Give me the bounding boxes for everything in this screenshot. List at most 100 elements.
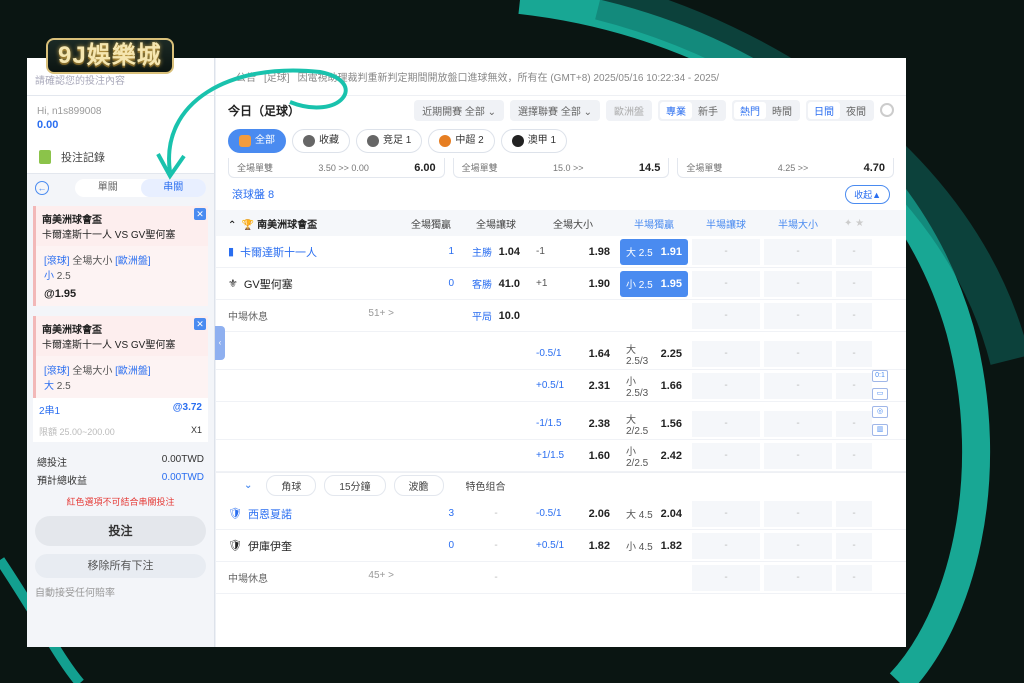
league-filter[interactable]: 選擇聯賽 全部 ⌄ bbox=[510, 99, 600, 121]
prev-card[interactable]: 全場單雙 15.0 >> 14.5 bbox=[452, 158, 670, 178]
team-away[interactable]: ⚜ GV聖何塞 bbox=[228, 276, 398, 292]
odds-empty: - bbox=[692, 238, 760, 265]
pin-star-icon[interactable]: ✦ ★ bbox=[834, 218, 874, 229]
odds-empty: - bbox=[764, 532, 832, 559]
team-home[interactable]: ▮ 卡爾達斯十一人 bbox=[228, 244, 398, 260]
col-half-1x2: 半場獨贏 bbox=[634, 219, 674, 231]
odds-cell[interactable]: -0.5/1 1.64 bbox=[530, 341, 616, 367]
odds-cell[interactable]: -1 1.98 bbox=[530, 239, 616, 265]
live-section-header: 滾球盤 8 收起▲ bbox=[216, 178, 906, 210]
home-score: 1 bbox=[448, 246, 454, 257]
odds-cell-selected[interactable]: 小 2.5 1.95 bbox=[620, 270, 688, 297]
col-handicap: 全場讓球 bbox=[476, 219, 516, 231]
slip-match: 卡爾達斯十一人 VS GV聖何塞 bbox=[42, 340, 176, 351]
alt-line-row: -0.5/1 1.64 大 2.5/3 2.25 - - - bbox=[216, 338, 906, 370]
live-tv-icon[interactable]: ▭ bbox=[872, 388, 888, 400]
tab-single[interactable]: 單關 bbox=[75, 179, 141, 197]
back-arrow-icon[interactable]: ← bbox=[35, 181, 49, 195]
parlay-row[interactable]: 2串1 @3.72 bbox=[33, 398, 208, 421]
odds-cell[interactable]: 大 2/2.5 1.56 bbox=[620, 411, 688, 437]
record-icon bbox=[39, 149, 51, 164]
col-1x2: 全場獨贏 bbox=[411, 219, 451, 231]
totals: 總投注 0.00TWD 預計總收益 0.00TWD bbox=[27, 442, 214, 487]
match-status: 中場休息 51+ > bbox=[228, 308, 398, 323]
tab-15min[interactable]: 15分鐘 bbox=[324, 475, 386, 496]
odds-cell[interactable]: 小 2/2.5 2.42 bbox=[620, 443, 688, 469]
chip-csl[interactable]: 中超 2 bbox=[428, 129, 495, 153]
collapse-button[interactable]: 收起▲ bbox=[845, 184, 890, 204]
team-away[interactable]: 🛡 伊庫伊奎 bbox=[228, 538, 398, 554]
slip-type: [滾球] bbox=[44, 256, 70, 267]
odds-empty: - bbox=[836, 340, 872, 367]
odds-empty: - bbox=[764, 238, 832, 265]
odds-cell[interactable]: +1 1.90 bbox=[530, 271, 616, 297]
col-half-overunder: 半場大小 bbox=[778, 219, 818, 231]
stake-limit: 限額 25.00~200.00 bbox=[39, 427, 115, 437]
odds-cell[interactable]: -1/1.5 2.38 bbox=[530, 411, 616, 437]
odds-cell[interactable]: 平局 10.0 bbox=[466, 303, 526, 329]
place-bet-button[interactable]: 投注 bbox=[35, 516, 206, 546]
total-stake: 0.00TWD bbox=[161, 454, 204, 465]
odds-empty: - bbox=[692, 302, 760, 329]
tab-correct-score[interactable]: 波膽 bbox=[393, 475, 444, 496]
odds-empty: - bbox=[836, 270, 872, 297]
bet-slip-item: ✕ 南美洲球會盃 卡爾達斯十一人 VS GV聖何塞 [滾球] 全場大小 [歐洲盤… bbox=[33, 206, 208, 306]
tab-specials[interactable]: 特色组合 bbox=[452, 476, 520, 495]
stake-multiplier: X1 bbox=[190, 425, 202, 435]
odds-empty: - bbox=[836, 532, 872, 559]
slip-league: 南美洲球會盃 bbox=[42, 325, 102, 336]
day-night-toggle[interactable]: 日間 夜間 bbox=[806, 99, 874, 121]
recent-filter[interactable]: 近期開賽 全部 ⌄ bbox=[414, 99, 505, 121]
match-row-away: 🛡 伊庫伊奎 0 - +0.5/1 1.82 小 4.5 1.82 - - - bbox=[216, 530, 906, 562]
league-name[interactable]: ⌃ 🏆 南美洲球會盃 bbox=[228, 216, 398, 231]
odds-cell[interactable]: 大 2.5/3 2.25 bbox=[620, 341, 688, 367]
odds-empty: - bbox=[692, 500, 760, 527]
mode-toggle[interactable]: 專業 新手 bbox=[658, 99, 726, 121]
odds-type-select[interactable]: 歐洲盤 bbox=[606, 99, 652, 121]
collapse-panel-icon[interactable]: ‹ bbox=[215, 326, 225, 360]
chevron-down-icon[interactable]: ⌄ bbox=[244, 480, 252, 491]
home-score: 3 bbox=[448, 508, 454, 519]
odds-cell[interactable]: +1/1.5 1.60 bbox=[530, 443, 616, 469]
odds-empty: - bbox=[494, 507, 498, 519]
sort-toggle[interactable]: 熱門 時間 bbox=[732, 99, 800, 121]
odds-empty: - bbox=[764, 372, 832, 399]
scoreboard-icon[interactable]: 0:1 bbox=[872, 370, 888, 382]
odds-cell[interactable]: 大 4.5 2.04 bbox=[620, 501, 688, 527]
odds-cell[interactable]: 客勝 41.0 bbox=[466, 271, 526, 297]
odds-column-header: ⌃ 🏆 南美洲球會盃 全場獨贏 全場讓球 全場大小 半場獨贏 半場讓球 半場大小… bbox=[216, 210, 906, 236]
team-home[interactable]: 🛡 西恩夏諾 bbox=[228, 506, 398, 522]
prev-card[interactable]: 全場單雙 4.25 >> 4.70 bbox=[677, 158, 895, 178]
odds-cell[interactable]: +0.5/1 1.82 bbox=[530, 533, 616, 559]
odds-empty: - bbox=[836, 238, 872, 265]
stake-row[interactable]: 限額 25.00~200.00 X1 bbox=[33, 421, 208, 442]
match-status: 中場休息 45+ > bbox=[228, 570, 398, 585]
close-icon[interactable]: ✕ bbox=[194, 208, 206, 220]
close-icon[interactable]: ✕ bbox=[194, 318, 206, 330]
stats-icon[interactable]: ▥ bbox=[872, 424, 888, 436]
tab-corners[interactable]: 角球 bbox=[266, 475, 317, 496]
more-markets-link[interactable]: 51+ > bbox=[368, 308, 398, 319]
odds-cell[interactable]: 主勝 1.04 bbox=[466, 239, 526, 265]
bet-record-label: 投注記錄 bbox=[61, 151, 105, 164]
odds-cell[interactable]: 小 4.5 1.82 bbox=[620, 533, 688, 559]
decorative-arrow-icon bbox=[156, 68, 348, 180]
auto-accept-option[interactable]: 自動接受任何賠率 bbox=[35, 584, 206, 599]
odds-cell[interactable]: +0.5/1 2.31 bbox=[530, 373, 616, 399]
chip-aleague[interactable]: 澳甲 1 bbox=[500, 129, 568, 153]
odds-cell[interactable]: 小 2.5/3 1.66 bbox=[620, 373, 688, 399]
odds-empty: - bbox=[836, 372, 872, 399]
slip-pick: 小 bbox=[44, 271, 54, 282]
odds-empty: - bbox=[494, 571, 498, 583]
more-markets-link[interactable]: 45+ > bbox=[368, 570, 398, 581]
slip-odds-type: [歐洲盤] bbox=[115, 256, 151, 267]
slip-type: [滾球] bbox=[44, 366, 70, 377]
odds-empty: - bbox=[836, 410, 872, 437]
field-icon[interactable]: ◎ bbox=[872, 406, 888, 418]
remove-all-button[interactable]: 移除所有下注 bbox=[35, 554, 206, 578]
col-half-handicap: 半場讓球 bbox=[706, 219, 746, 231]
odds-cell-selected[interactable]: 大 2.5 1.91 bbox=[620, 238, 688, 265]
away-score: 0 bbox=[448, 278, 454, 289]
refresh-icon[interactable] bbox=[880, 103, 894, 117]
odds-cell[interactable]: -0.5/1 2.06 bbox=[530, 501, 616, 527]
